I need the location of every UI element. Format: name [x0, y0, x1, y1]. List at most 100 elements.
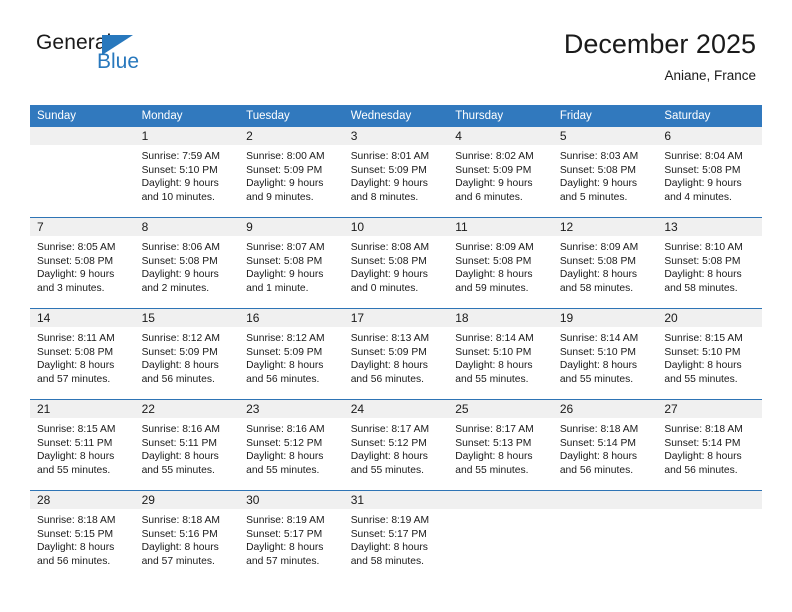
- day-detail-line: Daylight: 8 hours: [37, 542, 115, 554]
- day-number: 16: [246, 311, 260, 325]
- day-detail-line: and 0 minutes.: [350, 282, 419, 294]
- day-cell[interactable]: 30 Sunrise: 8:19 AM Sunset: 5:17 PM Dayligh…: [239, 490, 344, 581]
- day-detail-line: Sunrise: 8:07 AM: [246, 242, 325, 253]
- day-cell[interactable]: 27 Sunrise: 8:18 AM Sunset: 5:14 PM Dayligh…: [657, 399, 762, 491]
- day-detail-line: and 3 minutes.: [37, 282, 105, 294]
- day-cell-inner: 5 Sunrise: 8:03 AM Sunset: 5:08 PM Daylight…: [552, 127, 658, 217]
- day-cell[interactable]: 29 Sunrise: 8:18 AM Sunset: 5:16 PM Dayligh…: [134, 490, 240, 581]
- day-cell-inner: 28 Sunrise: 8:18 AM Sunset: 5:15 PM Dayligh…: [30, 491, 135, 581]
- day-number: 5: [559, 129, 567, 143]
- day-detail-line: and 9 minutes.: [246, 191, 314, 203]
- weekday-header-saturday: Saturday: [657, 105, 762, 127]
- day-cell-empty: [448, 490, 553, 581]
- day-cell[interactable]: 21 Sunrise: 8:15 AM Sunset: 5:11 PM Dayligh…: [30, 399, 135, 491]
- day-detail-line: Sunset: 5:08 PM: [141, 255, 218, 267]
- day-cell[interactable]: 18 Sunrise: 8:14 AM Sunset: 5:10 PM Dayligh…: [448, 308, 553, 400]
- day-cell[interactable]: 16 Sunrise: 8:12 AM Sunset: 5:09 PM Dayligh…: [239, 308, 344, 400]
- weekday-header-friday: Friday: [552, 105, 658, 127]
- day-cell[interactable]: 2 Sunrise: 8:00 AM Sunset: 5:09 PM Daylight…: [239, 127, 344, 218]
- day-cell[interactable]: 10 Sunrise: 8:08 AM Sunset: 5:08 PM Dayligh…: [343, 217, 449, 309]
- day-detail-line: and 2 minutes.: [141, 282, 210, 294]
- day-number: 8: [141, 220, 149, 234]
- day-cell-details: Sunrise: 8:18 AM Sunset: 5:15 PM Daylight:…: [30, 509, 135, 568]
- day-number: 3: [350, 129, 358, 143]
- day-cell-details: Sunrise: 8:12 AM Sunset: 5:09 PM Daylight:…: [239, 327, 344, 386]
- day-detail-line: Daylight: 8 hours: [350, 451, 428, 463]
- day-detail-line: Daylight: 8 hours: [37, 451, 115, 463]
- day-cell[interactable]: 4 Sunrise: 8:02 AM Sunset: 5:09 PM Daylight…: [448, 127, 553, 218]
- day-cell-inner: 6 Sunrise: 8:04 AM Sunset: 5:08 PM Daylight…: [657, 127, 762, 217]
- day-cell[interactable]: 6 Sunrise: 8:04 AM Sunset: 5:08 PM Daylight…: [657, 127, 762, 218]
- day-cell-inner: 17 Sunrise: 8:13 AM Sunset: 5:09 PM Dayligh…: [343, 309, 449, 399]
- day-cell-inner: [552, 491, 658, 581]
- weekday-header-monday: Monday: [134, 105, 240, 127]
- day-detail-line: Sunrise: 8:05 AM: [37, 242, 116, 253]
- day-number-band: 14: [30, 309, 135, 327]
- day-detail-line: Sunset: 5:08 PM: [246, 255, 323, 267]
- day-cell[interactable]: 9 Sunrise: 8:07 AM Sunset: 5:08 PM Daylight…: [239, 217, 344, 309]
- day-cell-details: Sunrise: 8:02 AM Sunset: 5:09 PM Daylight:…: [448, 145, 553, 204]
- calendar-table: Sunday Monday Tuesday Wednesday Thursday Frid…: [30, 105, 762, 581]
- day-cell[interactable]: 15 Sunrise: 8:12 AM Sunset: 5:09 PM Dayligh…: [134, 308, 240, 400]
- day-detail-line: Daylight: 8 hours: [246, 542, 324, 554]
- day-number: 6: [664, 129, 672, 143]
- day-cell[interactable]: 8 Sunrise: 8:06 AM Sunset: 5:08 PM Daylight…: [134, 217, 240, 309]
- day-number-band: 28: [30, 491, 135, 509]
- day-cell-inner: 16 Sunrise: 8:12 AM Sunset: 5:09 PM Dayligh…: [239, 309, 344, 399]
- day-number-band: 24: [343, 400, 449, 418]
- day-cell[interactable]: 5 Sunrise: 8:03 AM Sunset: 5:08 PM Daylight…: [552, 127, 658, 218]
- day-number: 23: [246, 402, 260, 416]
- day-cell[interactable]: 11 Sunrise: 8:09 AM Sunset: 5:08 PM Dayligh…: [448, 217, 553, 309]
- brand-logo[interactable]: General Blue: [36, 32, 196, 78]
- day-cell[interactable]: 24 Sunrise: 8:17 AM Sunset: 5:12 PM Dayligh…: [343, 399, 449, 491]
- day-cell[interactable]: 7 Sunrise: 8:05 AM Sunset: 5:08 PM Daylight…: [30, 217, 135, 309]
- day-detail-line: Daylight: 9 hours: [246, 178, 324, 190]
- day-cell[interactable]: 20 Sunrise: 8:15 AM Sunset: 5:10 PM Dayligh…: [657, 308, 762, 400]
- day-cell[interactable]: 19 Sunrise: 8:14 AM Sunset: 5:10 PM Dayligh…: [552, 308, 658, 400]
- day-cell-inner: 22 Sunrise: 8:16 AM Sunset: 5:11 PM Dayligh…: [134, 400, 240, 490]
- day-number: 31: [350, 493, 365, 507]
- day-number-band: 16: [239, 309, 344, 327]
- title-block: December 2025 Aniane, France: [564, 28, 756, 85]
- day-detail-line: Sunset: 5:08 PM: [455, 255, 532, 267]
- day-detail-line: Sunset: 5:14 PM: [559, 437, 636, 449]
- day-cell[interactable]: 28 Sunrise: 8:18 AM Sunset: 5:15 PM Dayligh…: [30, 490, 135, 581]
- day-cell-inner: 15 Sunrise: 8:12 AM Sunset: 5:09 PM Dayligh…: [134, 309, 240, 399]
- day-detail-line: Sunrise: 8:03 AM: [559, 151, 639, 162]
- day-number-band: [657, 491, 762, 509]
- day-detail-line: Sunrise: 8:15 AM: [37, 424, 116, 435]
- day-cell[interactable]: 31 Sunrise: 8:19 AM Sunset: 5:17 PM Dayligh…: [343, 490, 449, 581]
- day-cell-details: Sunrise: 8:11 AM Sunset: 5:08 PM Daylight:…: [30, 327, 135, 386]
- day-cell[interactable]: 3 Sunrise: 8:01 AM Sunset: 5:09 PM Daylight…: [343, 127, 449, 218]
- day-number-band: 20: [657, 309, 762, 327]
- day-detail-line: Sunset: 5:08 PM: [559, 255, 636, 267]
- day-detail-line: Sunrise: 8:17 AM: [455, 424, 534, 435]
- day-cell[interactable]: 17 Sunrise: 8:13 AM Sunset: 5:09 PM Dayligh…: [343, 308, 449, 400]
- day-cell[interactable]: 22 Sunrise: 8:16 AM Sunset: 5:11 PM Dayligh…: [134, 399, 240, 491]
- day-cell[interactable]: 23 Sunrise: 8:16 AM Sunset: 5:12 PM Dayligh…: [239, 399, 344, 491]
- day-detail-line: and 56 minutes.: [664, 464, 738, 476]
- day-cell[interactable]: 1 Sunrise: 7:59 AM Sunset: 5:10 PM Daylight…: [134, 127, 240, 218]
- day-number-band: 21: [30, 400, 135, 418]
- day-detail-line: Sunset: 5:09 PM: [455, 164, 532, 176]
- day-cell-empty: [30, 127, 135, 218]
- day-cell-details: Sunrise: 8:08 AM Sunset: 5:08 PM Daylight:…: [344, 236, 449, 295]
- day-detail-line: Daylight: 8 hours: [455, 360, 533, 372]
- day-cell[interactable]: 12 Sunrise: 8:09 AM Sunset: 5:08 PM Dayligh…: [552, 217, 658, 309]
- day-detail-line: Daylight: 8 hours: [455, 451, 533, 463]
- day-cell-empty: [552, 490, 658, 581]
- day-cell[interactable]: 26 Sunrise: 8:18 AM Sunset: 5:14 PM Dayligh…: [552, 399, 658, 491]
- day-detail-line: Daylight: 9 hours: [350, 178, 428, 190]
- day-detail-line: Sunset: 5:09 PM: [350, 346, 427, 358]
- day-detail-line: Sunset: 5:16 PM: [141, 528, 218, 540]
- day-cell-details: Sunrise: 8:16 AM Sunset: 5:11 PM Daylight:…: [135, 418, 240, 477]
- day-cell[interactable]: 13 Sunrise: 8:10 AM Sunset: 5:08 PM Dayligh…: [657, 217, 762, 309]
- day-cell[interactable]: 25 Sunrise: 8:17 AM Sunset: 5:13 PM Dayligh…: [448, 399, 553, 491]
- day-number: 4: [455, 129, 462, 143]
- day-detail-line: and 58 minutes.: [664, 282, 738, 294]
- day-cell[interactable]: 14 Sunrise: 8:11 AM Sunset: 5:08 PM Dayligh…: [30, 308, 135, 400]
- day-detail-line: Sunset: 5:09 PM: [246, 164, 323, 176]
- day-detail-line: Sunset: 5:15 PM: [37, 528, 114, 540]
- day-detail-line: Sunrise: 8:02 AM: [455, 151, 534, 162]
- day-cell-inner: 18 Sunrise: 8:14 AM Sunset: 5:10 PM Dayligh…: [448, 309, 553, 399]
